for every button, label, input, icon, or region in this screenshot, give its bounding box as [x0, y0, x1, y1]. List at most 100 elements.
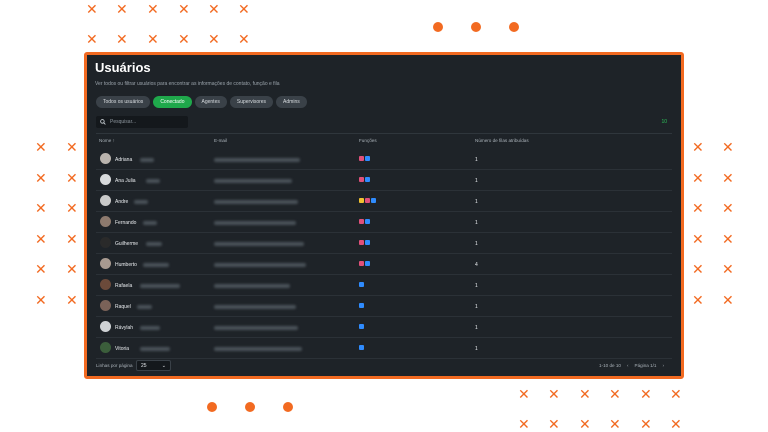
dot-decoration	[471, 22, 481, 32]
role-badge-icon	[365, 261, 370, 266]
table-row[interactable]: Ana Julia 1	[96, 170, 672, 191]
rows-per-page-select[interactable]: 25 ⌄	[136, 360, 171, 371]
queue-count: 1	[475, 199, 478, 205]
avatar	[100, 279, 111, 290]
filter-supervisors[interactable]: Supervisores	[229, 96, 274, 108]
x-decoration-icon: ✕	[147, 32, 159, 48]
user-email-redacted	[214, 347, 302, 351]
users-panel: Usuários Ver todos ou filtrar usuários p…	[84, 52, 684, 379]
user-first-name: Humberto	[115, 262, 137, 268]
user-email-redacted	[214, 158, 300, 162]
x-decoration-icon: ✕	[35, 232, 47, 248]
user-first-name: Raquel	[115, 304, 131, 310]
prev-page-icon[interactable]: ‹	[627, 363, 629, 368]
queue-count: 1	[475, 220, 478, 226]
role-badge-icon	[359, 345, 364, 350]
table-body: Adriana 1 Ana Julia 1 Andre 1 Fernando 1 Guilher…	[96, 149, 672, 359]
next-page-icon[interactable]: ›	[662, 363, 664, 368]
filter-connected[interactable]: Conectado	[153, 96, 192, 108]
role-badge-icon	[359, 282, 364, 287]
role-badges	[359, 345, 364, 350]
table-row[interactable]: Andre 1	[96, 191, 672, 212]
user-first-name: Guilherme	[115, 241, 139, 247]
table-row[interactable]: Fernando 1	[96, 212, 672, 233]
header-email: E-mail	[214, 138, 228, 143]
role-badges	[359, 219, 370, 224]
dot-decoration	[207, 402, 217, 412]
queue-count: 4	[475, 262, 478, 268]
role-badges	[359, 177, 370, 182]
role-badge-icon	[359, 261, 364, 266]
x-decoration-icon: ✕	[208, 32, 220, 48]
role-badge-icon	[365, 240, 370, 245]
x-decoration-icon: ✕	[722, 262, 734, 278]
range-text: 1-10 de 10	[599, 363, 621, 368]
user-last-name-redacted	[140, 284, 180, 288]
role-badges	[359, 240, 370, 245]
chevron-down-icon: ⌄	[161, 362, 166, 369]
user-last-name-redacted	[140, 347, 170, 351]
queue-count: 1	[475, 178, 478, 184]
search-placeholder: Pesquisar...	[110, 119, 137, 125]
table-row[interactable]: Vitoria 1	[96, 338, 672, 359]
user-last-name-redacted	[146, 242, 162, 246]
role-badges	[359, 324, 364, 329]
filter-admins[interactable]: Admins	[276, 96, 307, 108]
x-decoration-icon: ✕	[609, 417, 621, 432]
result-count: 10	[661, 119, 667, 125]
rows-per-page-label: Linhas por página	[96, 363, 133, 368]
filter-all[interactable]: Todos os usuários	[96, 96, 151, 108]
x-decoration-icon: ✕	[722, 140, 734, 156]
x-decoration-icon: ✕	[238, 32, 250, 48]
x-decoration-icon: ✕	[670, 387, 682, 403]
page-text: Página 1/1	[634, 363, 657, 368]
dot-decoration	[283, 402, 293, 412]
user-email-redacted	[214, 263, 306, 267]
table-row[interactable]: Humberto 4	[96, 254, 672, 275]
table-row[interactable]: Rafaela 1	[96, 275, 672, 296]
user-first-name: Adriana	[115, 157, 133, 163]
x-decoration-icon: ✕	[147, 2, 159, 18]
role-badge-icon	[359, 324, 364, 329]
role-badges	[359, 261, 370, 266]
table-row[interactable]: Adriana 1	[96, 149, 672, 170]
x-decoration-icon: ✕	[208, 2, 220, 18]
x-decoration-icon: ✕	[178, 32, 190, 48]
x-decoration-icon: ✕	[178, 2, 190, 18]
header-queues: Número de filas atribuídas	[475, 138, 529, 143]
x-decoration-icon: ✕	[116, 32, 128, 48]
search-input[interactable]: Pesquisar...	[96, 116, 188, 128]
role-badge-icon	[371, 198, 376, 203]
role-badge-icon	[359, 240, 364, 245]
user-last-name-redacted	[140, 158, 154, 162]
header-name[interactable]: Nome ↑	[99, 138, 115, 143]
x-decoration-icon: ✕	[238, 2, 250, 18]
role-badge-icon	[365, 156, 370, 161]
x-decoration-icon: ✕	[640, 387, 652, 403]
role-badge-icon	[365, 198, 370, 203]
filter-agents[interactable]: Agentes	[194, 96, 227, 108]
role-badges	[359, 198, 376, 203]
queue-count: 1	[475, 283, 478, 289]
x-decoration-icon: ✕	[722, 293, 734, 309]
avatar	[100, 321, 111, 332]
user-last-name-redacted	[143, 263, 169, 267]
x-decoration-icon: ✕	[692, 293, 704, 309]
table-row[interactable]: Guilherme 1	[96, 233, 672, 254]
user-last-name-redacted	[140, 326, 160, 330]
x-decoration-icon: ✕	[35, 262, 47, 278]
table-row[interactable]: Rávylah 1	[96, 317, 672, 338]
user-email-redacted	[214, 326, 298, 330]
user-first-name: Fernando	[115, 220, 137, 226]
x-decoration-icon: ✕	[548, 387, 560, 403]
x-decoration-icon: ✕	[66, 140, 78, 156]
role-badge-icon	[359, 198, 364, 203]
header-roles: Funções	[359, 138, 377, 143]
avatar	[100, 237, 111, 248]
search-icon	[100, 119, 106, 125]
table-row[interactable]: Raquel 1	[96, 296, 672, 317]
role-badge-icon	[359, 177, 364, 182]
role-badge-icon	[359, 303, 364, 308]
user-email-redacted	[214, 200, 298, 204]
x-decoration-icon: ✕	[518, 387, 530, 403]
